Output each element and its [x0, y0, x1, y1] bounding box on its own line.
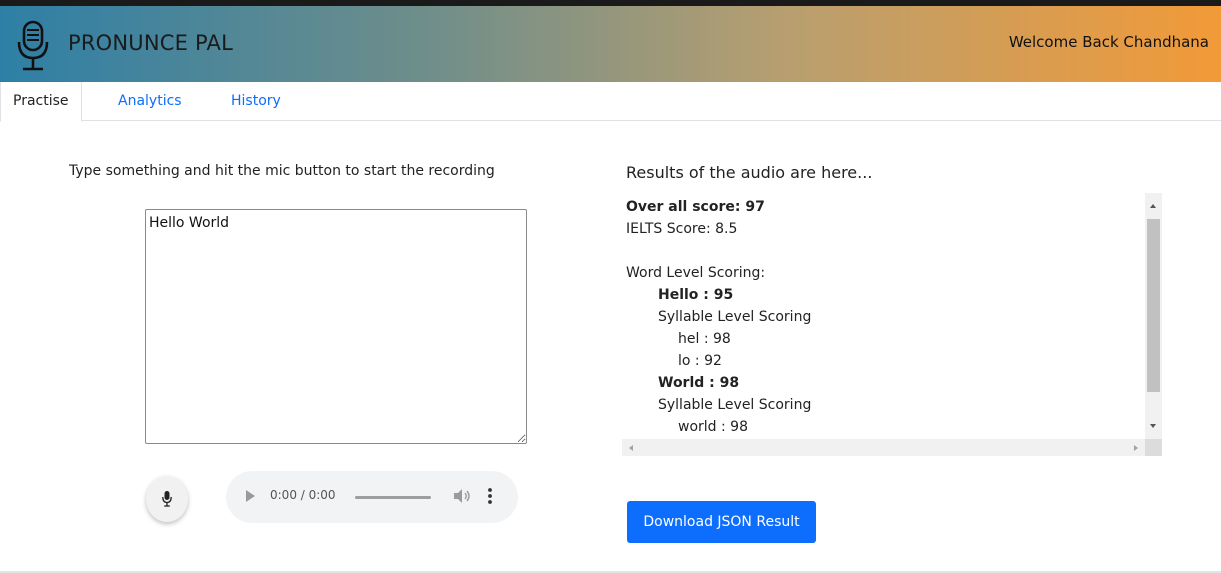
- download-json-button[interactable]: Download JSON Result: [627, 501, 816, 543]
- app-header: PRONUNCE PAL Welcome Back Chandhana: [0, 0, 1221, 82]
- recording-instruction: Type something and hit the mic button to…: [69, 163, 495, 179]
- ielts-score: IELTS Score: 8.5: [626, 221, 738, 237]
- more-options-icon[interactable]: [486, 487, 494, 505]
- results-panel[interactable]: Over all score: 97 IELTS Score: 8.5 Word…: [622, 193, 1162, 456]
- microphone-icon: [162, 491, 172, 507]
- syllable-score: lo : 92: [678, 353, 722, 369]
- audio-time: 0:00 / 0:00: [270, 488, 336, 502]
- word-score: Hello : 95: [658, 287, 734, 303]
- app-title: PRONUNCE PAL: [68, 31, 233, 55]
- word-level-heading: Word Level Scoring:: [626, 265, 766, 281]
- volume-icon[interactable]: [452, 487, 472, 505]
- scrollbar-thumb[interactable]: [1147, 219, 1160, 392]
- scroll-up-arrow-icon[interactable]: [1150, 204, 1156, 208]
- tab-practise[interactable]: Practise: [0, 82, 82, 122]
- record-mic-button[interactable]: [146, 476, 188, 522]
- microphone-icon: [17, 20, 49, 71]
- tab-history[interactable]: History: [219, 82, 293, 121]
- page: PRONUNCE PAL Welcome Back Chandhana Prac…: [0, 0, 1221, 573]
- scroll-right-arrow-icon[interactable]: [1134, 445, 1138, 451]
- results-content: Over all score: 97 IELTS Score: 8.5 Word…: [626, 196, 811, 438]
- word-score: World : 98: [658, 375, 740, 391]
- syllable-score: hel : 98: [678, 331, 731, 347]
- tab-bar: Practise Analytics History: [0, 82, 1221, 122]
- horizontal-scrollbar[interactable]: [622, 439, 1145, 456]
- scroll-down-arrow-icon[interactable]: [1150, 424, 1156, 428]
- vertical-scrollbar[interactable]: [1145, 193, 1162, 439]
- tab-analytics[interactable]: Analytics: [106, 82, 194, 121]
- welcome-message: Welcome Back Chandhana: [1008, 33, 1209, 51]
- scrollbar-corner: [1145, 439, 1162, 456]
- syllable-score: world : 98: [678, 419, 748, 435]
- results-title: Results of the audio are here...: [626, 163, 873, 182]
- practise-text-input[interactable]: Hello World: [145, 209, 527, 444]
- scroll-left-arrow-icon[interactable]: [629, 445, 633, 451]
- play-icon[interactable]: [246, 490, 255, 502]
- syllable-heading: Syllable Level Scoring: [658, 397, 812, 413]
- audio-progress-slider[interactable]: [355, 496, 431, 499]
- syllable-heading: Syllable Level Scoring: [658, 309, 812, 325]
- overall-score: Over all score: 97: [626, 199, 765, 215]
- audio-player: 0:00 / 0:00: [226, 471, 518, 523]
